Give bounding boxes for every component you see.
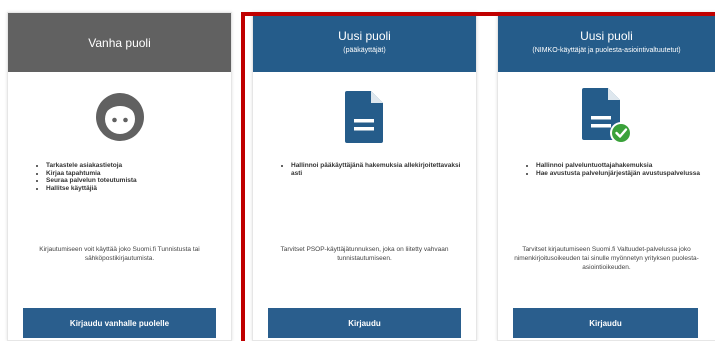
- card-title: Vanha puoli: [88, 35, 151, 50]
- login-old-side-button[interactable]: Kirjaudu vanhalle puolelle: [23, 308, 216, 338]
- card-title: Uusi puoli: [580, 29, 633, 43]
- card-subtitle: (NIMKO-käyttäjät ja puolesta-asiointival…: [532, 47, 681, 54]
- card-title: Uusi puoli: [338, 29, 391, 43]
- face-icon: [95, 93, 144, 141]
- list-item: Tarkastele asiakastietoja: [46, 162, 221, 170]
- feature-list: Hallinnoi pääkäyttäjänä hakemuksia allek…: [253, 162, 476, 232]
- card-new-side-admins: Uusi puoli (pääkäyttäjät) Hallinnoi pääk…: [252, 12, 477, 341]
- card-old-side: Vanha puoli Tarkastele asiakastietoja Ki…: [7, 12, 232, 341]
- list-item: Hallinnoi pääkäyttäjänä hakemuksia allek…: [291, 162, 466, 177]
- list-item: Kirjaa tapahtumia: [46, 170, 221, 178]
- icon-area: [253, 72, 476, 162]
- document-icon: [344, 91, 383, 143]
- card-header: Uusi puoli (NIMKO-käyttäjät ja puolesta-…: [498, 13, 715, 72]
- feature-list: Tarkastele asiakastietoja Kirjaa tapahtu…: [8, 162, 231, 232]
- list-item: Hae avustusta palvelunjärjestäjän avustu…: [536, 170, 705, 178]
- card-new-side-nimko: Uusi puoli (NIMKO-käyttäjät ja puolesta-…: [497, 12, 715, 341]
- login-info-text: Kirjautumiseen voit käyttää joko Suomi.f…: [39, 246, 200, 262]
- login-admin-button[interactable]: Kirjaudu: [268, 308, 461, 338]
- document-check-icon: [581, 88, 632, 144]
- login-nimko-button[interactable]: Kirjaudu: [513, 308, 698, 338]
- login-info-text: Tarvitset PSOP-käyttäjätunnuksen, joka o…: [280, 246, 449, 262]
- card-header: Uusi puoli (pääkäyttäjät): [253, 13, 476, 72]
- card-subtitle: (pääkäyttäjät): [343, 47, 386, 54]
- icon-area: [498, 72, 715, 162]
- list-item: Seuraa palvelun toteutumista: [46, 177, 221, 185]
- login-info-text: Tarvitset kirjautumiseen Suomi.fi Valtuu…: [514, 246, 699, 271]
- card-header: Vanha puoli: [8, 13, 231, 72]
- icon-area: [8, 72, 231, 162]
- list-item: Hallinnoi palveluntuottajahakemuksia: [536, 162, 705, 170]
- list-item: Hallitse käyttäjiä: [46, 185, 221, 193]
- feature-list: Hallinnoi palveluntuottajahakemuksia Hae…: [498, 162, 715, 232]
